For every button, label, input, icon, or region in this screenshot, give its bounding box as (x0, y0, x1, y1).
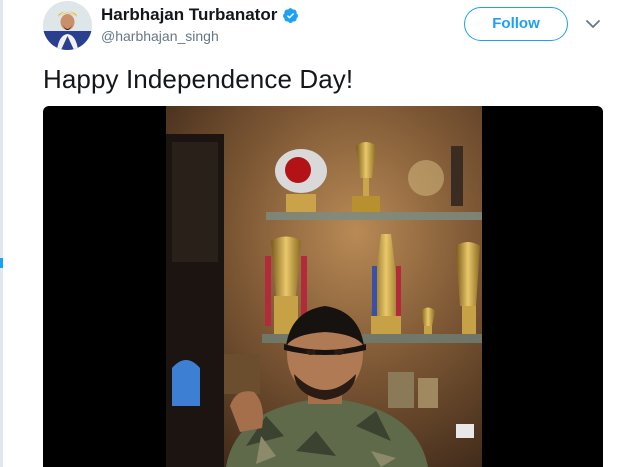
author-handle[interactable]: @harbhajan_singh (101, 28, 219, 44)
verified-badge-icon (283, 7, 299, 23)
chevron-down-icon[interactable] (585, 18, 601, 30)
edge-marker (0, 258, 3, 268)
tweet-video[interactable] (43, 106, 603, 467)
page-edge (0, 0, 3, 467)
tweet-text: Happy Independence Day! (43, 64, 354, 94)
author-name[interactable]: Harbhajan Turbanator (101, 5, 277, 25)
video-thumbnail (166, 106, 482, 467)
avatar[interactable] (43, 1, 92, 50)
author-name-row[interactable]: Harbhajan Turbanator (101, 5, 299, 25)
profile-photo-icon (43, 1, 92, 50)
follow-button[interactable]: Follow (464, 7, 568, 41)
